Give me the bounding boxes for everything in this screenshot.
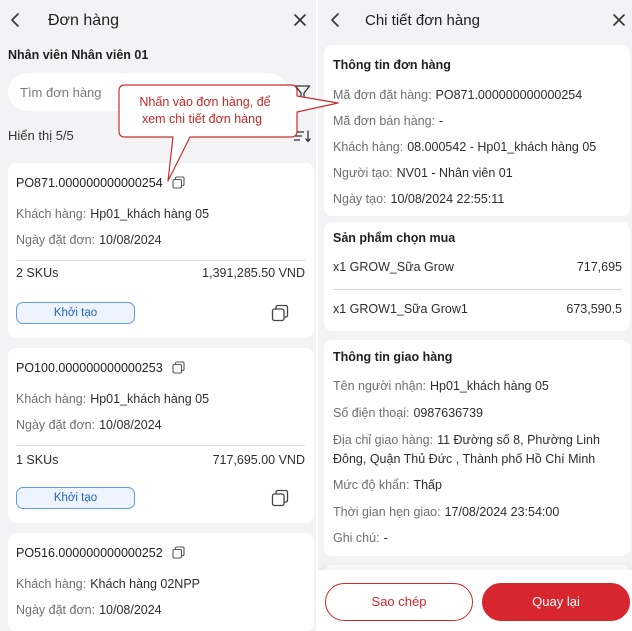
- callout-text-line1: Nhấn vào đơn hàng, để: [139, 95, 270, 109]
- screen: Đơn hàng Nhân viên Nhân viên 01 Hiển thị…: [0, 0, 632, 631]
- annotation-callout: Nhấn vào đơn hàng, để xem chi tiết đơn h…: [118, 84, 339, 182]
- callout-text-line2: xem chi tiết đơn hàng: [142, 112, 262, 126]
